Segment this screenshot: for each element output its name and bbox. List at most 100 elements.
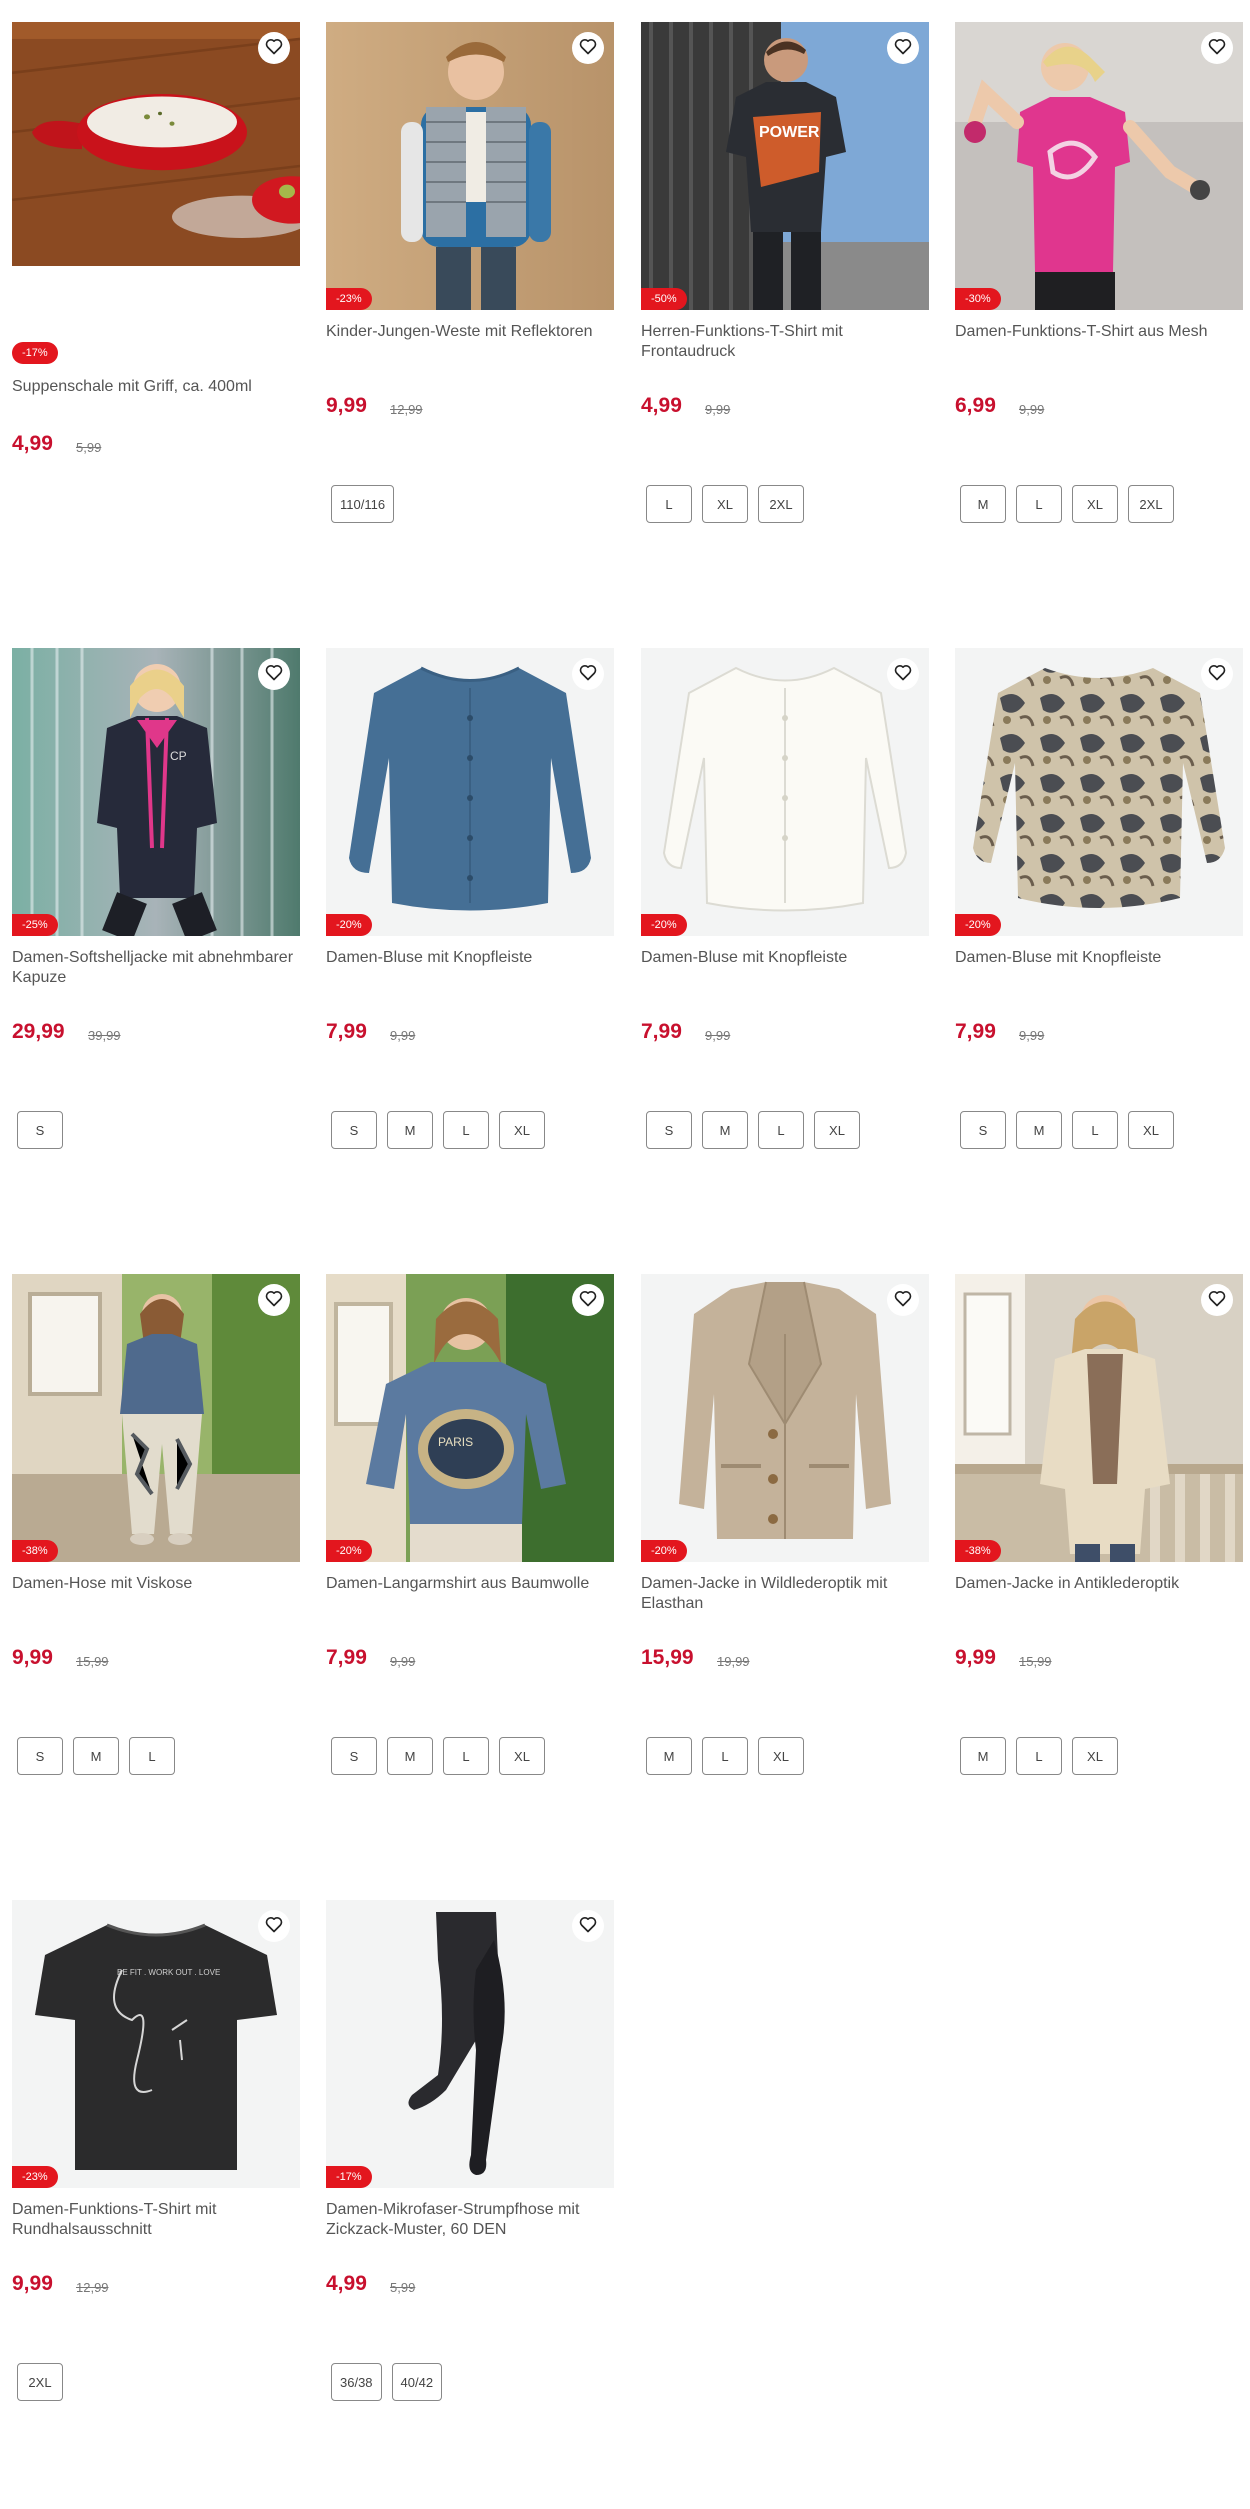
size-option[interactable]: M — [960, 1737, 1006, 1775]
product-image[interactable] — [12, 22, 300, 266]
size-option[interactable]: 110/116 — [331, 485, 395, 523]
favorite-button[interactable] — [1201, 1284, 1233, 1316]
product-title[interactable]: Damen-Jacke in Antiklederoptik — [955, 1574, 1240, 1594]
favorite-button[interactable] — [572, 32, 604, 64]
size-option[interactable]: XL — [758, 1737, 804, 1775]
size-option[interactable]: 2XL — [17, 2363, 63, 2401]
product-image[interactable] — [955, 1274, 1243, 1562]
size-option[interactable]: S — [960, 1111, 1006, 1149]
favorite-button[interactable] — [258, 658, 290, 690]
size-option[interactable]: S — [17, 1111, 63, 1149]
size-option[interactable]: M — [387, 1737, 433, 1775]
size-option[interactable]: S — [331, 1111, 377, 1149]
size-option[interactable]: XL — [814, 1111, 860, 1149]
product-card[interactable]: -20% Damen-Bluse mit Knopfleiste 7,99 9,99 S… — [326, 648, 614, 1208]
product-card[interactable]: -20% Damen-Bluse mit Knopfleiste 7,99 9,99 S… — [955, 648, 1243, 1208]
size-option[interactable]: L — [443, 1737, 489, 1775]
favorite-button[interactable] — [1201, 32, 1233, 64]
size-option[interactable]: M — [73, 1737, 119, 1775]
favorite-button[interactable] — [572, 1284, 604, 1316]
discount-badge: -20% — [326, 1540, 372, 1562]
size-options: S M L XL — [331, 1111, 545, 1149]
original-price: 5,99 — [76, 440, 102, 455]
product-image[interactable] — [326, 648, 614, 936]
product-title[interactable]: Damen-Softshelljacke mit abnehmbarer Kap… — [12, 948, 297, 988]
size-options: 36/38 40/42 — [331, 2363, 443, 2401]
size-option[interactable]: L — [443, 1111, 489, 1149]
product-price: 9,99 — [12, 2272, 53, 2295]
size-option[interactable]: XL — [1128, 1111, 1174, 1149]
product-title[interactable]: Herren-Funktions-T-Shirt mit Frontaudruc… — [641, 322, 926, 362]
favorite-button[interactable] — [887, 658, 919, 690]
product-card[interactable]: -17% Damen-Mikrofaser-Strumpfhose mit Zic… — [326, 1900, 614, 2460]
favorite-button[interactable] — [572, 1910, 604, 1942]
product-image[interactable]: PARIS — [326, 1274, 614, 1562]
size-option[interactable]: S — [646, 1111, 692, 1149]
product-title[interactable]: Damen-Mikrofaser-Strumpfhose mit Zickzac… — [326, 2200, 611, 2240]
product-image[interactable]: CP — [12, 648, 300, 936]
product-image[interactable] — [955, 22, 1243, 310]
product-image[interactable] — [326, 1900, 614, 2188]
size-option[interactable]: S — [331, 1737, 377, 1775]
size-option[interactable]: XL — [1072, 1737, 1118, 1775]
size-option[interactable]: L — [1016, 485, 1062, 523]
favorite-button[interactable] — [887, 1284, 919, 1316]
product-title[interactable]: Damen-Bluse mit Knopfleiste — [955, 948, 1240, 968]
size-option[interactable]: L — [646, 485, 692, 523]
size-option[interactable]: L — [758, 1111, 804, 1149]
product-image[interactable] — [326, 22, 614, 310]
favorite-button[interactable] — [258, 32, 290, 64]
favorite-button[interactable] — [1201, 658, 1233, 690]
product-title[interactable]: Damen-Bluse mit Knopfleiste — [641, 948, 926, 968]
product-card[interactable]: PARIS -20% Damen-Langarmshirt aus Baumwoll… — [326, 1274, 614, 1834]
product-title[interactable]: Damen-Funktions-T-Shirt mit Rundhalsauss… — [12, 2200, 297, 2240]
size-options: S M L XL — [960, 1111, 1174, 1149]
size-option[interactable]: 2XL — [1128, 485, 1174, 523]
size-option[interactable]: S — [17, 1737, 63, 1775]
size-option[interactable]: M — [646, 1737, 692, 1775]
product-title[interactable]: Damen-Jacke in Wildlederoptik mit Elasth… — [641, 1574, 926, 1614]
product-card[interactable]: CP -25% Damen-Softshelljacke mit abnehmbar… — [12, 648, 300, 1208]
product-card[interactable]: -17% Suppenschale mit Griff, ca. 400ml 4,9… — [12, 22, 300, 582]
size-option[interactable]: 40/42 — [391, 2363, 443, 2401]
product-title[interactable]: Damen-Bluse mit Knopfleiste — [326, 948, 611, 968]
size-option[interactable]: XL — [499, 1111, 545, 1149]
product-title[interactable]: Kinder-Jungen-Weste mit Reflektoren — [326, 322, 611, 342]
product-title[interactable]: Damen-Langarmshirt aus Baumwolle — [326, 1574, 611, 1594]
product-title[interactable]: Damen-Hose mit Viskose — [12, 1574, 297, 1594]
product-card[interactable]: -30% Damen-Funktions-T-Shirt aus Mesh 6,99… — [955, 22, 1243, 582]
product-image[interactable]: POWER — [641, 22, 929, 310]
favorite-button[interactable] — [258, 1284, 290, 1316]
size-option[interactable]: L — [1016, 1737, 1062, 1775]
size-option[interactable]: XL — [1072, 485, 1118, 523]
favorite-button[interactable] — [572, 658, 604, 690]
size-option[interactable]: 2XL — [758, 485, 804, 523]
product-card[interactable]: -20% Damen-Jacke in Wildlederoptik mit El… — [641, 1274, 929, 1834]
size-option[interactable]: M — [960, 485, 1006, 523]
favorite-button[interactable] — [258, 1910, 290, 1942]
product-image[interactable] — [955, 648, 1243, 936]
product-card[interactable]: -38% Damen-Hose mit Viskose 9,99 15,99 S M L — [12, 1274, 300, 1834]
size-option[interactable]: XL — [702, 485, 748, 523]
size-option[interactable]: M — [387, 1111, 433, 1149]
product-title[interactable]: Damen-Funktions-T-Shirt aus Mesh — [955, 322, 1240, 342]
size-option[interactable]: L — [1072, 1111, 1118, 1149]
size-option[interactable]: M — [702, 1111, 748, 1149]
product-image[interactable]: BE FIT . WORK OUT . LOVE — [12, 1900, 300, 2188]
product-card[interactable]: -23% Kinder-Jungen-Weste mit Reflektoren 9… — [326, 22, 614, 582]
product-card[interactable]: BE FIT . WORK OUT . LOVE -23% Damen-Funkti… — [12, 1900, 300, 2460]
product-title[interactable]: Suppenschale mit Griff, ca. 400ml — [12, 377, 297, 397]
product-image[interactable] — [12, 1274, 300, 1562]
size-option[interactable]: M — [1016, 1111, 1062, 1149]
discount-badge: -20% — [955, 914, 1001, 936]
product-card[interactable]: POWER -50% Herren-Funktions-T-Shirt mit Fr… — [641, 22, 929, 582]
product-image[interactable] — [641, 1274, 929, 1562]
product-card[interactable]: -20% Damen-Bluse mit Knopfleiste 7,99 9,99 S… — [641, 648, 929, 1208]
size-option[interactable]: XL — [499, 1737, 545, 1775]
product-card[interactable]: -38% Damen-Jacke in Antiklederoptik 9,99 15… — [955, 1274, 1243, 1834]
product-image[interactable] — [641, 648, 929, 936]
size-option[interactable]: 36/38 — [331, 2363, 382, 2401]
favorite-button[interactable] — [887, 32, 919, 64]
size-option[interactable]: L — [702, 1737, 748, 1775]
size-option[interactable]: L — [129, 1737, 175, 1775]
